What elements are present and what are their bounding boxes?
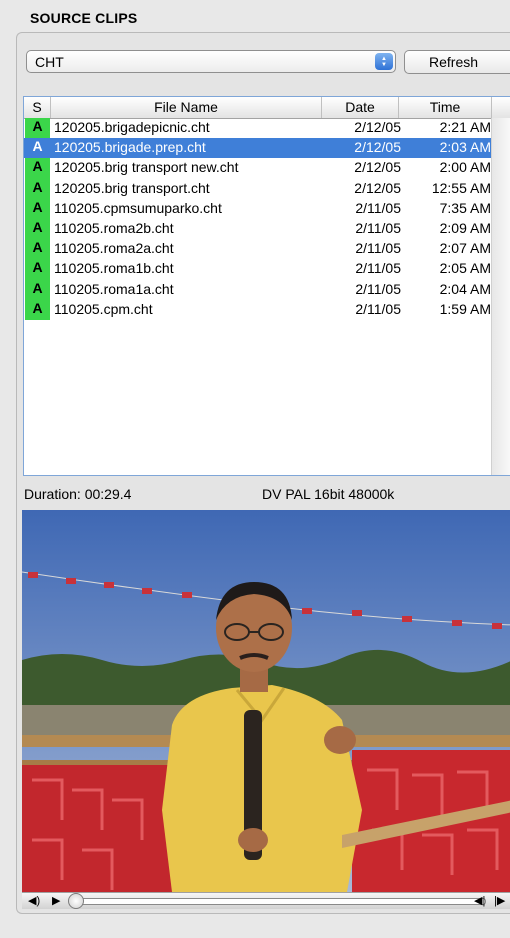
file-name-cell: 110205.roma1a.cht xyxy=(54,280,174,297)
column-header-date[interactable]: Date xyxy=(322,99,398,115)
table-row[interactable]: A 110205.roma2b.cht 2/11/05 2:09 AM xyxy=(24,218,491,240)
date-cell: 2/11/05 xyxy=(355,260,401,277)
status-cell: A xyxy=(25,118,50,139)
table-header: S File Name Date Time xyxy=(24,97,510,119)
scrub-track[interactable] xyxy=(74,898,486,905)
step-back-icon[interactable]: ◀| xyxy=(474,894,485,908)
column-header-status[interactable]: S xyxy=(24,99,50,115)
column-header-file-name[interactable]: File Name xyxy=(51,99,321,115)
table-row[interactable]: A 110205.roma2a.cht 2/11/05 2:07 AM xyxy=(24,239,491,260)
file-name-cell: 110205.roma2b.cht xyxy=(54,219,174,236)
status-cell: A xyxy=(25,259,50,280)
status-cell: A xyxy=(25,239,50,260)
time-cell: 2:05 AM xyxy=(439,260,491,277)
status-cell: A xyxy=(25,218,50,240)
play-icon[interactable]: ▶ xyxy=(52,894,60,908)
source-popup[interactable]: CHT ▲ ▼ xyxy=(26,50,396,73)
column-header-time[interactable]: Time xyxy=(399,99,491,115)
format-label: DV PAL 16bit 48000k xyxy=(262,486,395,502)
file-name-cell: 120205.brig transport new.cht xyxy=(54,159,239,176)
date-cell: 2/12/05 xyxy=(354,179,401,196)
video-preview[interactable] xyxy=(22,510,510,892)
date-cell: 2/11/05 xyxy=(355,199,401,216)
time-cell: 2:00 AM xyxy=(439,159,491,176)
speaker-icon[interactable]: ◀) xyxy=(28,894,40,908)
table-row[interactable]: A 110205.cpmsumuparko.cht 2/11/05 7:35 AM xyxy=(24,198,491,219)
date-cell: 2/11/05 xyxy=(355,240,401,257)
status-cell: A xyxy=(25,299,50,320)
time-cell: 2:03 AM xyxy=(439,139,491,156)
popup-arrows-icon: ▲ ▼ xyxy=(375,53,393,70)
duration-label: Duration: 00:29.4 xyxy=(24,486,132,502)
refresh-button[interactable]: Refresh xyxy=(404,50,510,74)
time-cell: 7:35 AM xyxy=(439,199,491,216)
file-name-cell: 120205.brig transport.cht xyxy=(54,179,210,196)
table-row[interactable]: A 120205.brig transport new.cht 2/12/05 2:0… xyxy=(24,158,491,179)
date-cell: 2/12/05 xyxy=(354,139,401,156)
file-name-cell: 110205.roma1b.cht xyxy=(54,260,174,277)
status-cell: A xyxy=(25,279,50,300)
table-scrollbar[interactable] xyxy=(491,118,510,475)
file-name-cell: 110205.roma2a.cht xyxy=(54,240,174,257)
status-cell: A xyxy=(25,158,50,179)
file-name-cell: 120205.brigadepicnic.cht xyxy=(54,119,210,135)
table-row[interactable]: A 120205.brigade.prep.cht 2/12/05 2:03 AM xyxy=(24,138,491,159)
table-row[interactable]: A 120205.brig transport.cht 2/12/05 12:55 A… xyxy=(24,178,491,199)
status-cell: A xyxy=(25,198,50,219)
date-cell: 2/11/05 xyxy=(355,219,401,236)
table-row[interactable]: A 110205.roma1b.cht 2/11/05 2:05 AM xyxy=(24,259,491,280)
status-cell: A xyxy=(25,138,50,159)
date-cell: 2/12/05 xyxy=(354,159,401,176)
source-popup-value: CHT xyxy=(35,54,64,70)
table-row[interactable]: A 120205.brigadepicnic.cht 2/12/05 2:21 AM xyxy=(24,118,491,139)
time-cell: 12:55 AM xyxy=(431,179,491,196)
player-controls: ◀) ▶ ◀| |▶ xyxy=(22,892,510,909)
time-cell: 2:04 AM xyxy=(439,280,491,297)
time-cell: 2:21 AM xyxy=(439,119,491,135)
scrub-knob[interactable] xyxy=(68,893,84,909)
panel-title: SOURCE CLIPS xyxy=(30,10,138,26)
file-name-cell: 110205.cpm.cht xyxy=(54,300,153,317)
step-forward-icon[interactable]: |▶ xyxy=(494,894,505,908)
time-cell: 2:09 AM xyxy=(439,219,491,236)
table-row[interactable]: A 110205.cpm.cht 2/11/05 1:59 AM xyxy=(24,299,491,320)
file-name-cell: 120205.brigade.prep.cht xyxy=(54,139,206,156)
video-frame-image xyxy=(22,510,510,892)
date-cell: 2/11/05 xyxy=(355,280,401,297)
time-cell: 2:07 AM xyxy=(439,240,491,257)
time-cell: 1:59 AM xyxy=(439,300,491,317)
table-body: A 120205.brigadepicnic.cht 2/12/05 2:21 AM A… xyxy=(24,118,491,320)
status-cell: A xyxy=(25,178,50,199)
date-cell: 2/11/05 xyxy=(355,300,401,317)
clips-table: S File Name Date Time A 120205.brigadepic… xyxy=(23,96,510,476)
table-row[interactable]: A 110205.roma1a.cht 2/11/05 2:04 AM xyxy=(24,279,491,300)
date-cell: 2/12/05 xyxy=(354,119,401,135)
file-name-cell: 110205.cpmsumuparko.cht xyxy=(54,199,222,216)
